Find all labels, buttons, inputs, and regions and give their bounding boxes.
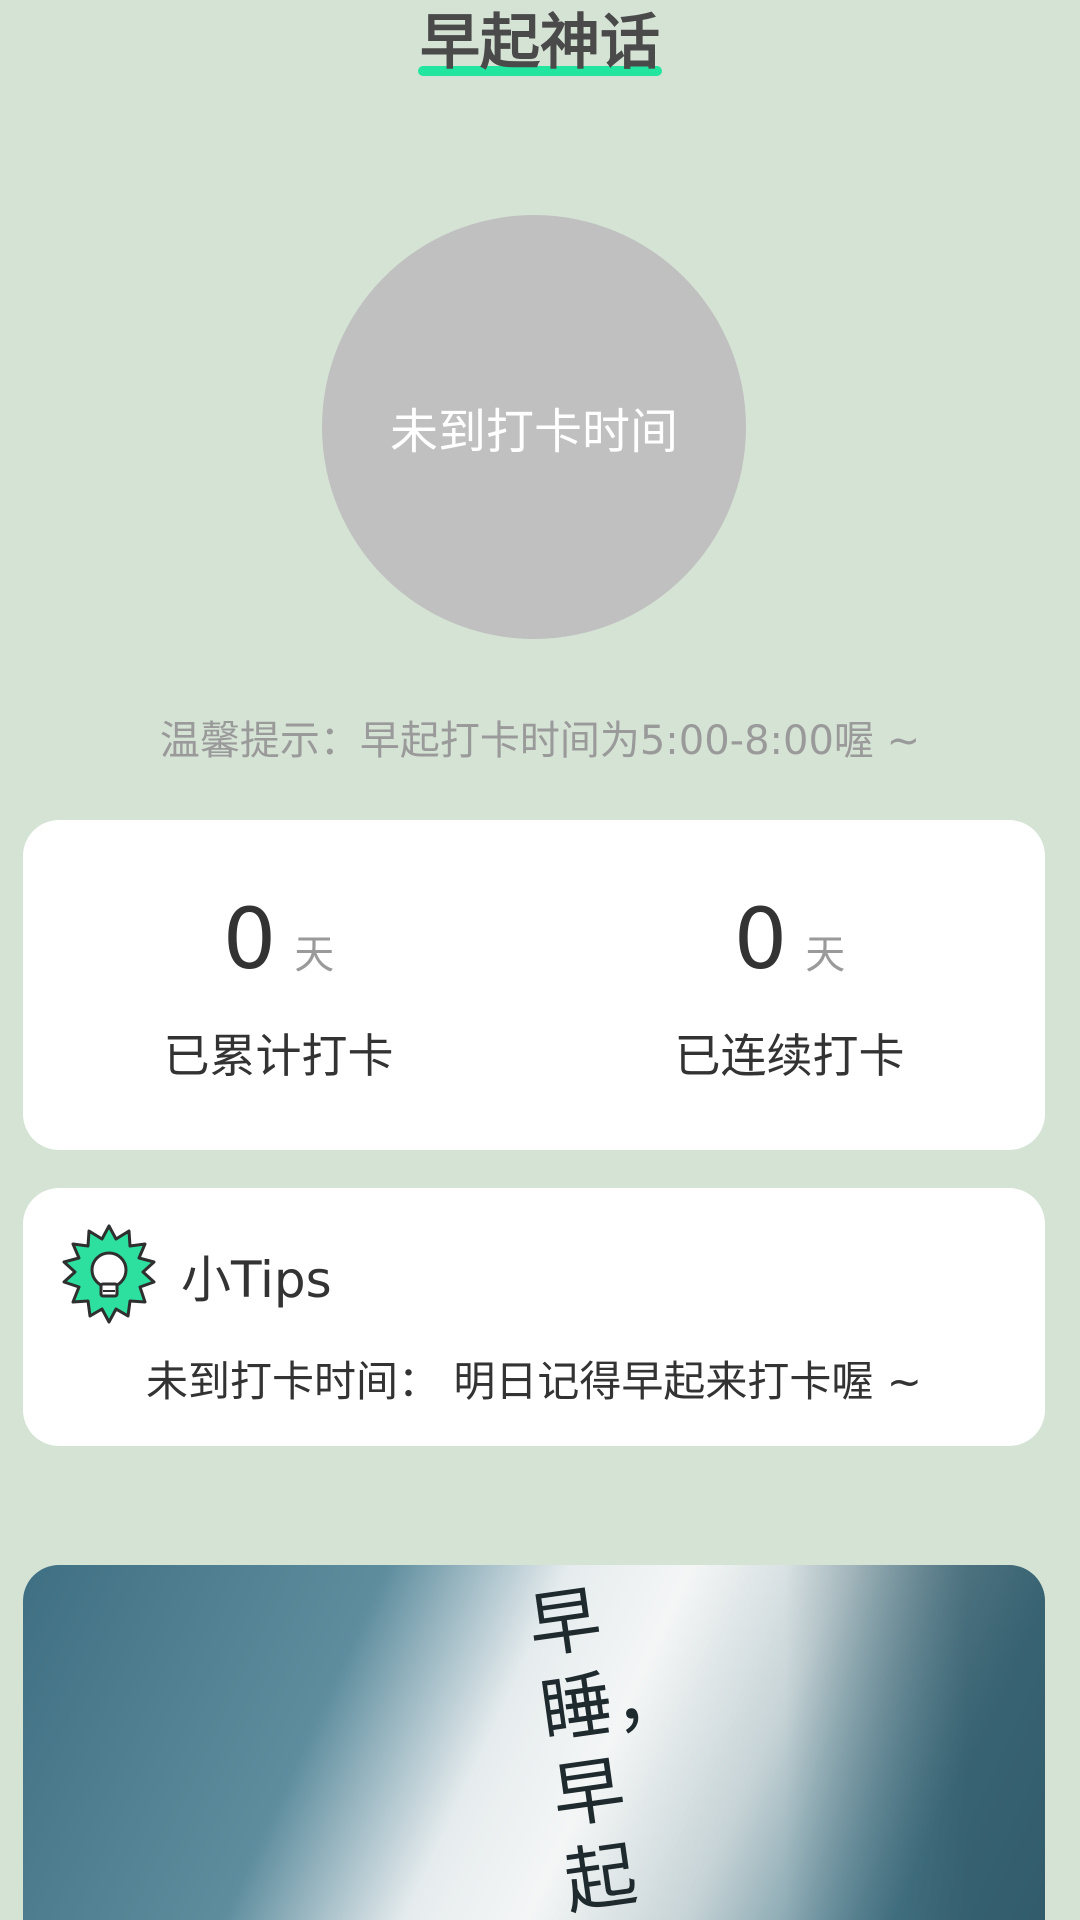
stat-streak-label: 已连续打卡 (674, 1029, 905, 1083)
stat-total-label: 已累计打卡 (163, 1029, 394, 1083)
photo-handwriting: 早 睡， 早起 (523, 1575, 690, 1920)
lightbulb-badge-icon (59, 1224, 159, 1324)
stat-streak-value-row: 0天 (534, 890, 1045, 988)
page-title: 早起神话 (418, 0, 662, 86)
header: 早起神话 (0, 0, 1080, 90)
tips-title: 小Tips (181, 1251, 332, 1309)
tips-text: 未到打卡时间： 明日记得早起来打卡喔 ~ (146, 1357, 922, 1406)
page: 早起神话 未到打卡时间 温馨提示：早起打卡时间为5:00-8:00喔 ~ 0天 … (0, 0, 1080, 1920)
stat-total-checkins: 0天 已累计打卡 (23, 820, 534, 1150)
checkin-hint: 温馨提示：早起打卡时间为5:00-8:00喔 ~ (159, 718, 921, 764)
stat-streak-number: 0 (733, 890, 788, 988)
stat-streak-unit: 天 (805, 932, 846, 978)
stat-total-value-row: 0天 (23, 890, 534, 988)
motivation-photo: 早 睡， 早起 (23, 1565, 1045, 1920)
tips-card: 小Tips 未到打卡时间： 明日记得早起来打卡喔 ~ (23, 1188, 1045, 1446)
stat-total-number: 0 (222, 890, 277, 988)
page-title-text: 早起神话 (420, 8, 660, 78)
stat-streak-checkins: 0天 已连续打卡 (534, 820, 1045, 1150)
checkin-button[interactable]: 未到打卡时间 (322, 215, 746, 639)
stat-total-unit: 天 (294, 932, 335, 978)
checkin-button-label: 未到打卡时间 (389, 404, 678, 460)
photo-shadow (785, 1565, 1045, 1920)
stats-card: 0天 已累计打卡 0天 已连续打卡 (23, 820, 1045, 1150)
